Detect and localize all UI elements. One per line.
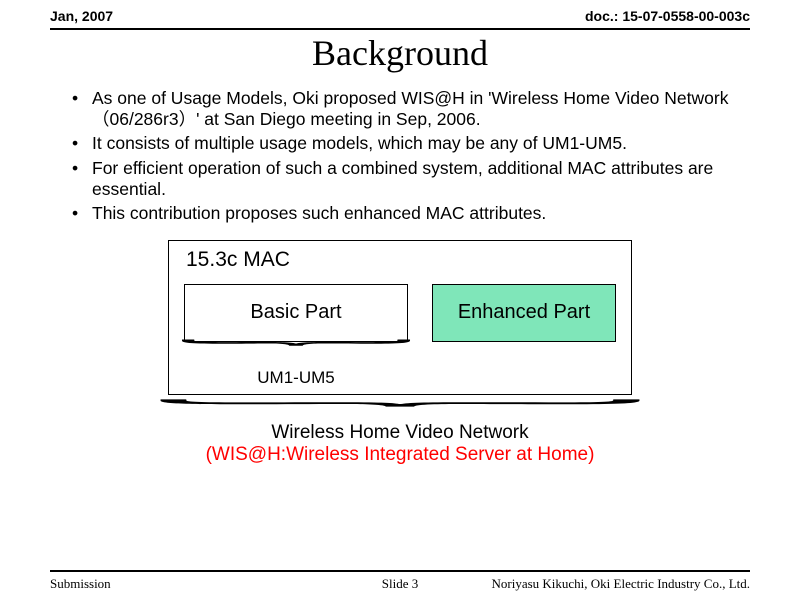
diagram-caption-main: Wireless Home Video Network xyxy=(0,422,800,444)
header-rule xyxy=(50,28,750,30)
bullet-item: For efficient operation of such a combin… xyxy=(70,158,730,199)
slide-header: Jan, 2007 doc.: 15-07-0558-00-003c xyxy=(0,0,800,28)
slide-title: Background xyxy=(0,32,800,74)
basic-part-box: Basic Part xyxy=(184,284,408,342)
slide: Jan, 2007 doc.: 15-07-0558-00-003c Backg… xyxy=(0,0,800,600)
footer-rule xyxy=(50,570,750,572)
outer-box-label: 15.3c MAC xyxy=(186,248,290,272)
header-doc-id: doc.: 15-07-0558-00-003c xyxy=(585,8,750,24)
bullet-item: As one of Usage Models, Oki proposed WIS… xyxy=(70,88,730,129)
enhanced-part-box: Enhanced Part xyxy=(432,284,616,342)
bullet-list: As one of Usage Models, Oki proposed WIS… xyxy=(70,88,730,224)
bullet-item: This contribution proposes such enhanced… xyxy=(70,203,730,224)
bullet-item: It consists of multiple usage models, wh… xyxy=(70,133,730,154)
footer-center: Slide 3 xyxy=(50,576,750,592)
brace-small-icon: ︸ xyxy=(0,340,800,364)
diagram-caption-sub: (WIS@H:Wireless Integrated Server at Hom… xyxy=(0,444,800,466)
header-date: Jan, 2007 xyxy=(50,8,113,24)
um-range-label: UM1-UM5 xyxy=(184,368,408,388)
slide-footer: Submission Slide 3 Noriyasu Kikuchi, Oki… xyxy=(50,576,750,592)
